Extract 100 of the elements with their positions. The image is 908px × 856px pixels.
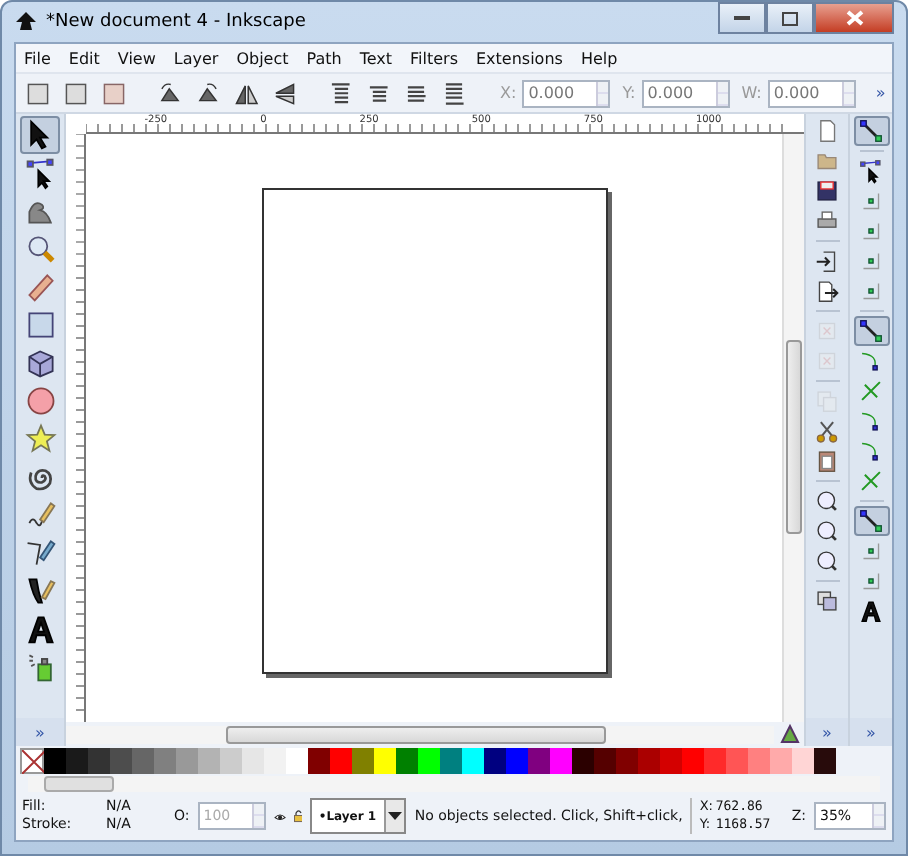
color-swatch[interactable] [660,748,682,774]
menu-item[interactable]: Extensions [476,49,563,67]
star-icon [23,422,57,456]
select-all-icon [62,79,90,107]
node-arrow-icon [23,156,57,190]
color-swatch[interactable] [814,748,836,774]
color-swatch[interactable] [616,748,638,774]
corner-dot-icon [858,218,884,244]
corner-dot-icon [858,538,884,564]
menu-item[interactable]: Filters [410,49,458,67]
horizontal-scrollbar[interactable] [66,725,774,743]
color-swatch[interactable] [330,748,352,774]
color-swatch[interactable] [396,748,418,774]
color-swatch[interactable] [308,748,330,774]
pen-nib-icon [23,536,57,570]
minimize-button[interactable] [718,2,766,34]
menu-item[interactable]: Object [236,49,289,67]
menu-item[interactable]: Path [306,49,342,67]
color-swatch[interactable] [418,748,440,774]
cube-icon [23,346,57,380]
color-swatch[interactable] [66,748,88,774]
field-label: W: [741,84,762,102]
menu-item[interactable]: Layer [173,49,219,67]
magnifier-icon [814,548,840,574]
color-swatch[interactable] [88,748,110,774]
menu-item[interactable]: Edit [68,49,100,67]
tool-button[interactable] [20,116,60,154]
more-button[interactable]: » [806,718,848,746]
snap-nodes-icon [858,508,884,534]
more-button[interactable]: » [850,718,892,746]
page-arrow-in-icon [814,248,840,274]
corner-dot-icon [858,568,884,594]
menu-item[interactable]: Help [580,49,618,67]
color-swatch[interactable] [638,748,660,774]
select-all-icon [24,79,52,107]
node-arrow-icon [858,158,884,184]
vertical-scrollbar[interactable] [782,134,804,722]
menu-item[interactable]: Text [359,49,393,67]
lower-to-bottom-icon [440,79,468,107]
padlock-icon[interactable] [293,804,303,828]
overlapping-squares-icon [814,588,840,614]
color-swatch[interactable] [176,748,198,774]
folder-icon [814,148,840,174]
color-swatch[interactable] [770,748,792,774]
color-swatch[interactable] [462,748,484,774]
rotate-right-icon [194,79,222,107]
circle-icon [23,384,57,418]
minimize-icon [734,15,750,21]
menu-item[interactable]: File [24,49,51,67]
more-button[interactable]: » [875,84,886,102]
color-swatch[interactable] [286,748,308,774]
snap-nodes-icon [858,318,884,344]
magnifier-icon [23,232,57,266]
menu-item[interactable]: View [117,49,156,67]
maximize-button[interactable] [766,2,814,34]
color-swatch[interactable] [264,748,286,774]
number-field[interactable]: 0.000 [641,79,730,107]
no-color-swatch[interactable] [20,748,44,774]
snap-toggle-button[interactable] [853,116,889,146]
color-swatch[interactable] [726,748,748,774]
color-swatch[interactable] [374,748,396,774]
snap-nodes-icon [858,118,884,144]
printer-icon [814,208,840,234]
color-swatch[interactable] [352,748,374,774]
crossing-lines-icon [858,468,884,494]
magnifier-icon [814,488,840,514]
color-swatch[interactable] [704,748,726,774]
color-swatch[interactable] [506,748,528,774]
color-swatch[interactable] [154,748,176,774]
more-button[interactable]: » [16,718,64,746]
color-swatch[interactable] [132,748,154,774]
color-triangle-icon[interactable] [780,724,800,744]
color-swatch[interactable] [594,748,616,774]
ruler-icon [23,270,57,304]
color-swatch[interactable] [572,748,594,774]
color-swatch[interactable] [682,748,704,774]
snap-toggle-button[interactable] [853,316,889,346]
dotted-square-icon [100,79,128,107]
snap-toggle-button[interactable] [853,506,889,536]
color-swatch[interactable] [550,748,572,774]
color-swatch[interactable] [242,748,264,774]
app-logo-icon [14,10,38,34]
color-swatch[interactable] [110,748,132,774]
color-swatch[interactable] [792,748,814,774]
color-swatch[interactable] [44,748,66,774]
color-swatch[interactable] [748,748,770,774]
color-swatch[interactable] [484,748,506,774]
curve-dot-icon [858,408,884,434]
rotate-left-icon [156,79,184,107]
palette-scrollbar[interactable] [28,776,880,792]
number-field[interactable]: 0.000 [767,79,856,107]
color-swatch[interactable] [220,748,242,774]
color-swatch[interactable] [528,748,550,774]
close-button[interactable] [814,2,894,34]
toolbar-button[interactable] [60,79,92,107]
number-field[interactable]: 0.000 [522,79,611,107]
toolbar-button[interactable] [22,79,54,107]
color-swatch[interactable] [198,748,220,774]
color-swatch[interactable] [440,748,462,774]
calligraphy-pen-icon [23,574,57,608]
